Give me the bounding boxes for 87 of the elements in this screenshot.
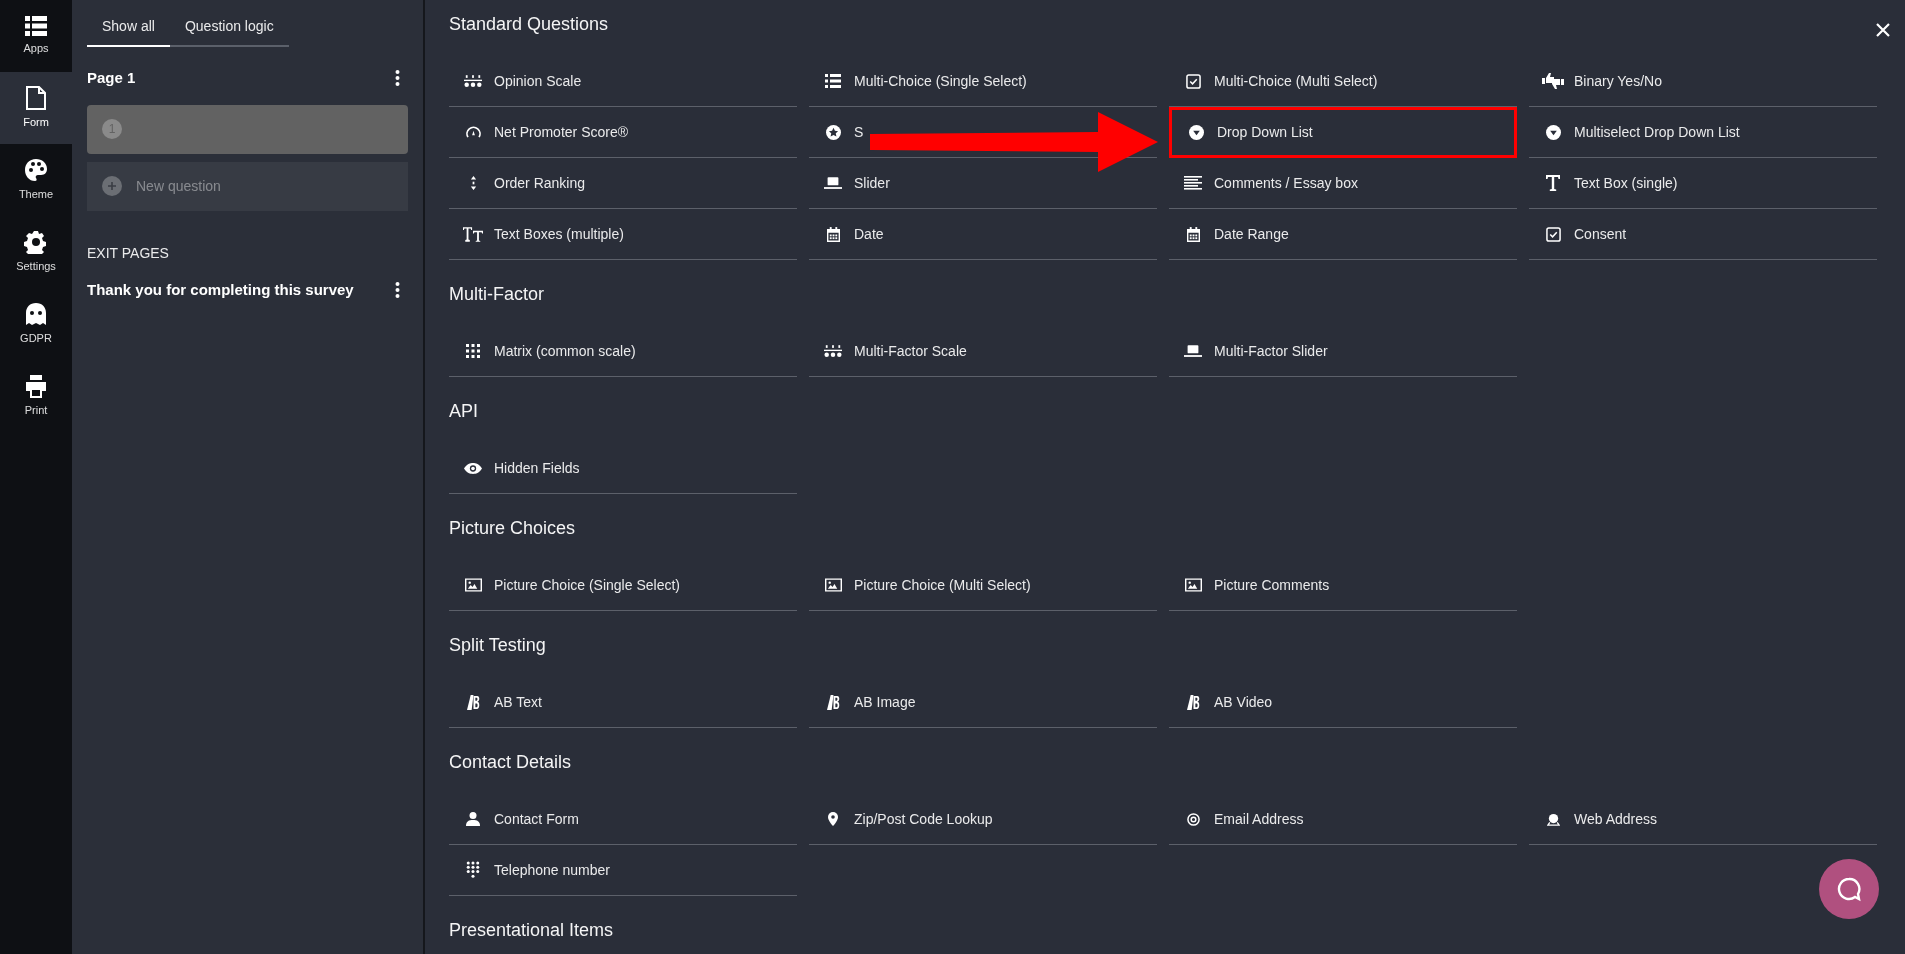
dropdown-icon xyxy=(1188,125,1204,140)
question-type-item[interactable]: AB Video xyxy=(1169,677,1517,728)
rail-item[interactable]: Form xyxy=(0,72,72,144)
section-label: EXIT PAGES xyxy=(87,243,170,263)
scale-icon xyxy=(824,344,842,358)
more-icon[interactable] xyxy=(395,70,400,87)
printer-icon xyxy=(25,373,47,398)
exit-page-item[interactable]: Thank you for completing this survey xyxy=(87,278,354,301)
list-icon xyxy=(825,74,841,88)
image-icon xyxy=(464,578,482,592)
calendar-icon xyxy=(1186,226,1200,242)
slider-icon xyxy=(1184,344,1202,358)
question-type-item[interactable]: Multiselect Drop Down List xyxy=(1529,107,1877,158)
rail-item[interactable]: GDPR xyxy=(0,288,72,360)
question-type-item[interactable]: Multi-Factor Slider xyxy=(1169,326,1517,377)
lines-icon xyxy=(1184,176,1202,190)
question-type-item[interactable]: Date Range xyxy=(1169,209,1517,260)
question-type-item[interactable]: Drop Down List xyxy=(1169,107,1517,158)
ghost-icon xyxy=(25,301,47,326)
question-type-item[interactable]: Hidden Fields xyxy=(449,443,797,494)
section-heading: Presentational Items xyxy=(449,919,614,942)
eye-icon xyxy=(464,462,482,474)
question-type-item[interactable]: Text Box (single) xyxy=(1529,158,1877,209)
question-type-item[interactable]: Date xyxy=(809,209,1157,260)
rail-item[interactable]: Print xyxy=(0,360,72,432)
person-icon xyxy=(466,812,480,826)
question-type-item[interactable]: Multi-Choice (Multi Select) xyxy=(1169,56,1517,107)
question-type-item[interactable]: Email Address xyxy=(1169,794,1517,845)
question-type-item[interactable]: Net Promoter Score® xyxy=(449,107,797,158)
scale-icon xyxy=(464,74,482,88)
slider-icon xyxy=(824,176,842,190)
image-icon xyxy=(1184,578,1202,592)
question-type-item[interactable]: Opinion Scale xyxy=(449,56,797,107)
chat-button[interactable] xyxy=(1819,859,1879,919)
question-type-item[interactable]: Zip/Post Code Lookup xyxy=(809,794,1157,845)
up-down-icon xyxy=(469,176,477,190)
question-type-item[interactable]: Text Boxes (multiple) xyxy=(449,209,797,260)
plus-icon xyxy=(102,176,122,196)
section-heading: Picture Choices xyxy=(449,517,576,540)
more-icon[interactable] xyxy=(395,281,400,298)
grid-icon xyxy=(466,344,480,358)
chat-icon xyxy=(1836,876,1862,902)
tab[interactable]: Question logic xyxy=(169,16,289,47)
section-heading: Standard Questions xyxy=(449,13,609,36)
text-icon xyxy=(1546,175,1560,191)
calendar-icon xyxy=(826,226,840,242)
close-icon xyxy=(1875,22,1891,38)
pin-icon xyxy=(828,812,838,826)
question-type-item[interactable]: AB Text xyxy=(449,677,797,728)
ab-icon xyxy=(466,694,480,710)
ab-icon xyxy=(1186,694,1200,710)
section-heading: Split Testing xyxy=(449,634,546,657)
document-icon xyxy=(26,85,46,110)
page-title: Page 1 xyxy=(87,68,136,88)
question-type-item[interactable]: Telephone number xyxy=(449,845,797,896)
question-type-item[interactable]: Picture Choice (Multi Select) xyxy=(809,560,1157,611)
palette-icon xyxy=(24,157,48,182)
rail-item[interactable]: Apps xyxy=(0,0,72,72)
section-heading: API xyxy=(449,400,478,423)
section-heading: Multi-Factor xyxy=(449,283,544,306)
checkbox-icon xyxy=(1185,73,1201,89)
question-type-item[interactable]: Order Ranking xyxy=(449,158,797,209)
question-type-item[interactable]: Picture Comments xyxy=(1169,560,1517,611)
question-type-item[interactable]: Contact Form xyxy=(449,794,797,845)
rail-item[interactable]: Settings xyxy=(0,216,72,288)
star-icon xyxy=(825,124,841,140)
question-type-item[interactable]: Consent xyxy=(1529,209,1877,260)
question-type-item[interactable]: Binary Yes/No xyxy=(1529,56,1877,107)
ab-icon xyxy=(826,694,840,710)
question-type-item[interactable]: Multi-Factor Scale xyxy=(809,326,1157,377)
text-icon xyxy=(463,226,483,242)
dropdown-icon xyxy=(1545,124,1561,140)
settings-icon xyxy=(24,229,48,254)
question-type-item[interactable]: Matrix (common scale) xyxy=(449,326,797,377)
dialpad-icon xyxy=(466,860,480,880)
question-type-item[interactable]: AB Image xyxy=(809,677,1157,728)
section-heading: Contact Details xyxy=(449,751,572,774)
list-icon xyxy=(25,15,47,36)
tab[interactable]: Show all xyxy=(87,16,170,47)
question-type-item[interactable]: Multi-Choice (Single Select) xyxy=(809,56,1157,107)
image-icon xyxy=(824,578,842,592)
gauge-icon xyxy=(465,125,481,139)
question-type-item[interactable]: Web Address xyxy=(1529,794,1877,845)
rail-item[interactable]: Theme xyxy=(0,144,72,216)
question-type-item[interactable]: Comments / Essay box xyxy=(1169,158,1517,209)
question-type-item[interactable]: Picture Choice (Single Select) xyxy=(449,560,797,611)
checkbox-icon xyxy=(1545,226,1561,242)
